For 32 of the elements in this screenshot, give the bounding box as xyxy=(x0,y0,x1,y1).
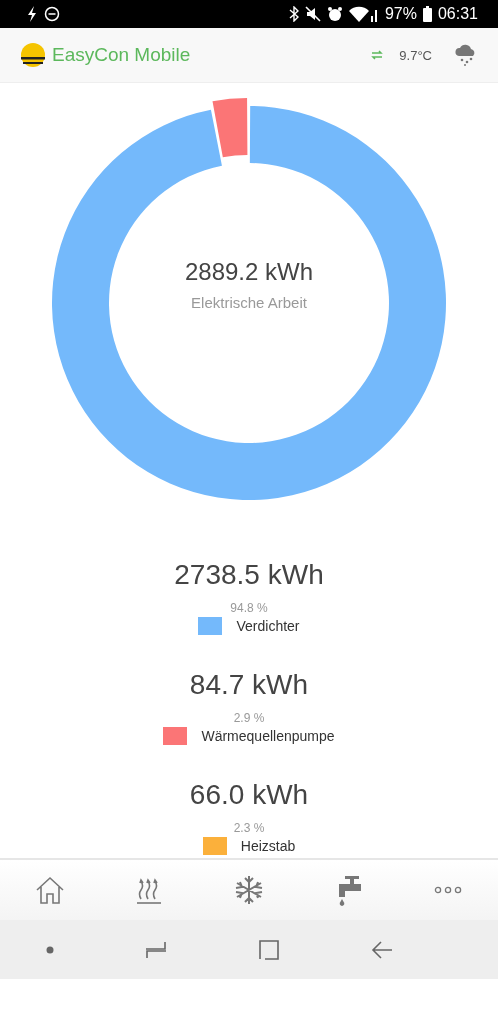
app-title: EasyCon Mobile xyxy=(52,44,191,66)
percent-value: 2.9 % xyxy=(233,711,265,725)
legend-swatch[interactable] xyxy=(198,617,223,635)
total-value: 2889.2 kWh xyxy=(184,258,314,286)
logo-icon xyxy=(20,42,46,68)
more-icon[interactable] xyxy=(434,885,463,895)
battery-icon xyxy=(422,6,432,22)
back-icon[interactable] xyxy=(370,938,393,961)
mute-icon xyxy=(304,6,321,22)
do-not-disturb-icon xyxy=(44,6,60,22)
percent-value: 2.3 % xyxy=(233,821,265,835)
charging-icon xyxy=(26,6,38,22)
legend-label[interactable]: Wärmequellenpumpe xyxy=(201,728,335,744)
alarm-icon xyxy=(326,6,343,22)
energy-value: 2738.5 kWh xyxy=(174,559,324,591)
total-label: Elektrische Arbeit xyxy=(191,294,307,311)
dot-icon[interactable] xyxy=(45,945,54,954)
legend-swatch[interactable] xyxy=(163,727,188,745)
energy-value: 84.7 kWh xyxy=(189,669,309,701)
energy-value: 66.0 kWh xyxy=(189,779,309,811)
sync-icon[interactable] xyxy=(371,50,384,60)
wifi-signal-icon xyxy=(348,6,379,22)
legend-label[interactable]: Verdichter xyxy=(236,618,300,634)
bluetooth-icon xyxy=(288,6,299,22)
legend-label[interactable]: Heizstab xyxy=(240,838,296,854)
temperature: 9.7°C xyxy=(399,47,432,63)
snowflake-icon[interactable] xyxy=(233,874,265,906)
clock-time: 06:31 xyxy=(437,5,478,23)
home-button-icon[interactable] xyxy=(257,938,280,961)
percent-value: 94.8 % xyxy=(230,601,268,615)
legend-swatch[interactable] xyxy=(202,837,227,855)
battery-percent: 97% xyxy=(384,5,417,23)
